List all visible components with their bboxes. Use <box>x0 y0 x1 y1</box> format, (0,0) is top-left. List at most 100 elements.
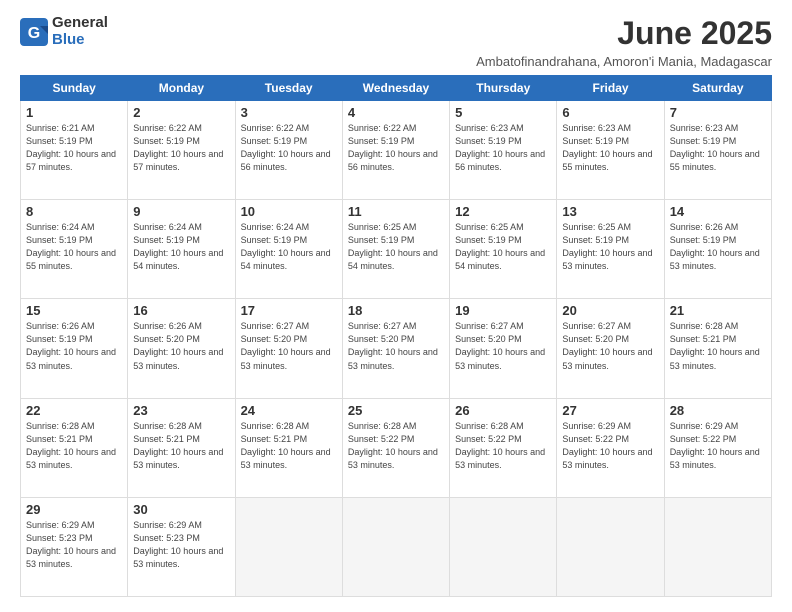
day-number: 9 <box>133 204 229 219</box>
day-number: 16 <box>133 303 229 318</box>
column-header-friday: Friday <box>557 76 664 101</box>
day-number: 7 <box>670 105 766 120</box>
day-number: 24 <box>241 403 337 418</box>
day-number: 26 <box>455 403 551 418</box>
day-info: Sunrise: 6:21 AMSunset: 5:19 PMDaylight:… <box>26 123 116 172</box>
day-info: Sunrise: 6:29 AMSunset: 5:23 PMDaylight:… <box>26 520 116 569</box>
calendar-cell <box>235 497 342 596</box>
logo-icon: G <box>20 18 48 46</box>
day-info: Sunrise: 6:24 AMSunset: 5:19 PMDaylight:… <box>26 222 116 271</box>
day-number: 3 <box>241 105 337 120</box>
column-header-thursday: Thursday <box>450 76 557 101</box>
calendar-cell: 21 Sunrise: 6:28 AMSunset: 5:21 PMDaylig… <box>664 299 771 398</box>
calendar-cell: 2 Sunrise: 6:22 AMSunset: 5:19 PMDayligh… <box>128 101 235 200</box>
day-number: 6 <box>562 105 658 120</box>
day-info: Sunrise: 6:22 AMSunset: 5:19 PMDaylight:… <box>348 123 438 172</box>
calendar-cell: 4 Sunrise: 6:22 AMSunset: 5:19 PMDayligh… <box>342 101 449 200</box>
day-number: 27 <box>562 403 658 418</box>
column-header-tuesday: Tuesday <box>235 76 342 101</box>
logo-blue: Blue <box>52 32 108 49</box>
day-info: Sunrise: 6:25 AMSunset: 5:19 PMDaylight:… <box>562 222 652 271</box>
calendar-cell: 12 Sunrise: 6:25 AMSunset: 5:19 PMDaylig… <box>450 200 557 299</box>
day-number: 25 <box>348 403 444 418</box>
day-info: Sunrise: 6:26 AMSunset: 5:19 PMDaylight:… <box>670 222 760 271</box>
day-number: 4 <box>348 105 444 120</box>
calendar-cell: 28 Sunrise: 6:29 AMSunset: 5:22 PMDaylig… <box>664 398 771 497</box>
day-info: Sunrise: 6:24 AMSunset: 5:19 PMDaylight:… <box>241 222 331 271</box>
day-number: 21 <box>670 303 766 318</box>
day-info: Sunrise: 6:27 AMSunset: 5:20 PMDaylight:… <box>241 321 331 370</box>
calendar-cell: 24 Sunrise: 6:28 AMSunset: 5:21 PMDaylig… <box>235 398 342 497</box>
day-info: Sunrise: 6:28 AMSunset: 5:22 PMDaylight:… <box>348 421 438 470</box>
page: G General Blue June 2025 Ambatofinandrah… <box>0 0 792 612</box>
calendar-cell: 6 Sunrise: 6:23 AMSunset: 5:19 PMDayligh… <box>557 101 664 200</box>
calendar-cell: 8 Sunrise: 6:24 AMSunset: 5:19 PMDayligh… <box>21 200 128 299</box>
column-header-saturday: Saturday <box>664 76 771 101</box>
calendar-cell: 27 Sunrise: 6:29 AMSunset: 5:22 PMDaylig… <box>557 398 664 497</box>
day-info: Sunrise: 6:25 AMSunset: 5:19 PMDaylight:… <box>348 222 438 271</box>
day-number: 12 <box>455 204 551 219</box>
day-number: 5 <box>455 105 551 120</box>
day-info: Sunrise: 6:27 AMSunset: 5:20 PMDaylight:… <box>562 321 652 370</box>
calendar-cell: 13 Sunrise: 6:25 AMSunset: 5:19 PMDaylig… <box>557 200 664 299</box>
calendar-cell: 16 Sunrise: 6:26 AMSunset: 5:20 PMDaylig… <box>128 299 235 398</box>
day-number: 17 <box>241 303 337 318</box>
day-info: Sunrise: 6:28 AMSunset: 5:21 PMDaylight:… <box>133 421 223 470</box>
day-info: Sunrise: 6:28 AMSunset: 5:21 PMDaylight:… <box>26 421 116 470</box>
day-info: Sunrise: 6:26 AMSunset: 5:20 PMDaylight:… <box>133 321 223 370</box>
column-header-sunday: Sunday <box>21 76 128 101</box>
calendar-cell: 22 Sunrise: 6:28 AMSunset: 5:21 PMDaylig… <box>21 398 128 497</box>
day-number: 23 <box>133 403 229 418</box>
calendar-cell <box>557 497 664 596</box>
day-number: 10 <box>241 204 337 219</box>
day-number: 14 <box>670 204 766 219</box>
calendar-cell: 17 Sunrise: 6:27 AMSunset: 5:20 PMDaylig… <box>235 299 342 398</box>
svg-text:G: G <box>28 25 40 42</box>
calendar-week-2: 8 Sunrise: 6:24 AMSunset: 5:19 PMDayligh… <box>21 200 772 299</box>
calendar-cell: 20 Sunrise: 6:27 AMSunset: 5:20 PMDaylig… <box>557 299 664 398</box>
column-header-monday: Monday <box>128 76 235 101</box>
calendar-cell: 10 Sunrise: 6:24 AMSunset: 5:19 PMDaylig… <box>235 200 342 299</box>
calendar-cell: 30 Sunrise: 6:29 AMSunset: 5:23 PMDaylig… <box>128 497 235 596</box>
calendar-cell: 26 Sunrise: 6:28 AMSunset: 5:22 PMDaylig… <box>450 398 557 497</box>
day-number: 13 <box>562 204 658 219</box>
calendar: SundayMondayTuesdayWednesdayThursdayFrid… <box>20 75 772 597</box>
day-info: Sunrise: 6:23 AMSunset: 5:19 PMDaylight:… <box>455 123 545 172</box>
title-section: June 2025 Ambatofinandrahana, Amoron'i M… <box>476 15 772 69</box>
header: G General Blue June 2025 Ambatofinandrah… <box>20 15 772 69</box>
day-info: Sunrise: 6:27 AMSunset: 5:20 PMDaylight:… <box>455 321 545 370</box>
day-number: 22 <box>26 403 122 418</box>
calendar-cell <box>664 497 771 596</box>
day-number: 18 <box>348 303 444 318</box>
column-header-wednesday: Wednesday <box>342 76 449 101</box>
day-info: Sunrise: 6:28 AMSunset: 5:21 PMDaylight:… <box>670 321 760 370</box>
day-info: Sunrise: 6:29 AMSunset: 5:22 PMDaylight:… <box>670 421 760 470</box>
calendar-cell: 9 Sunrise: 6:24 AMSunset: 5:19 PMDayligh… <box>128 200 235 299</box>
day-number: 1 <box>26 105 122 120</box>
calendar-cell: 18 Sunrise: 6:27 AMSunset: 5:20 PMDaylig… <box>342 299 449 398</box>
calendar-cell <box>342 497 449 596</box>
calendar-week-1: 1 Sunrise: 6:21 AMSunset: 5:19 PMDayligh… <box>21 101 772 200</box>
day-number: 2 <box>133 105 229 120</box>
calendar-cell: 25 Sunrise: 6:28 AMSunset: 5:22 PMDaylig… <box>342 398 449 497</box>
day-number: 28 <box>670 403 766 418</box>
month-title: June 2025 <box>476 15 772 52</box>
calendar-week-3: 15 Sunrise: 6:26 AMSunset: 5:19 PMDaylig… <box>21 299 772 398</box>
day-info: Sunrise: 6:26 AMSunset: 5:19 PMDaylight:… <box>26 321 116 370</box>
calendar-cell: 7 Sunrise: 6:23 AMSunset: 5:19 PMDayligh… <box>664 101 771 200</box>
day-info: Sunrise: 6:25 AMSunset: 5:19 PMDaylight:… <box>455 222 545 271</box>
calendar-cell: 5 Sunrise: 6:23 AMSunset: 5:19 PMDayligh… <box>450 101 557 200</box>
calendar-cell: 1 Sunrise: 6:21 AMSunset: 5:19 PMDayligh… <box>21 101 128 200</box>
calendar-cell: 19 Sunrise: 6:27 AMSunset: 5:20 PMDaylig… <box>450 299 557 398</box>
calendar-cell <box>450 497 557 596</box>
calendar-cell: 29 Sunrise: 6:29 AMSunset: 5:23 PMDaylig… <box>21 497 128 596</box>
calendar-cell: 23 Sunrise: 6:28 AMSunset: 5:21 PMDaylig… <box>128 398 235 497</box>
calendar-cell: 3 Sunrise: 6:22 AMSunset: 5:19 PMDayligh… <box>235 101 342 200</box>
day-info: Sunrise: 6:23 AMSunset: 5:19 PMDaylight:… <box>562 123 652 172</box>
calendar-cell: 14 Sunrise: 6:26 AMSunset: 5:19 PMDaylig… <box>664 200 771 299</box>
day-info: Sunrise: 6:28 AMSunset: 5:21 PMDaylight:… <box>241 421 331 470</box>
day-number: 15 <box>26 303 122 318</box>
day-info: Sunrise: 6:22 AMSunset: 5:19 PMDaylight:… <box>241 123 331 172</box>
calendar-cell: 11 Sunrise: 6:25 AMSunset: 5:19 PMDaylig… <box>342 200 449 299</box>
calendar-week-5: 29 Sunrise: 6:29 AMSunset: 5:23 PMDaylig… <box>21 497 772 596</box>
